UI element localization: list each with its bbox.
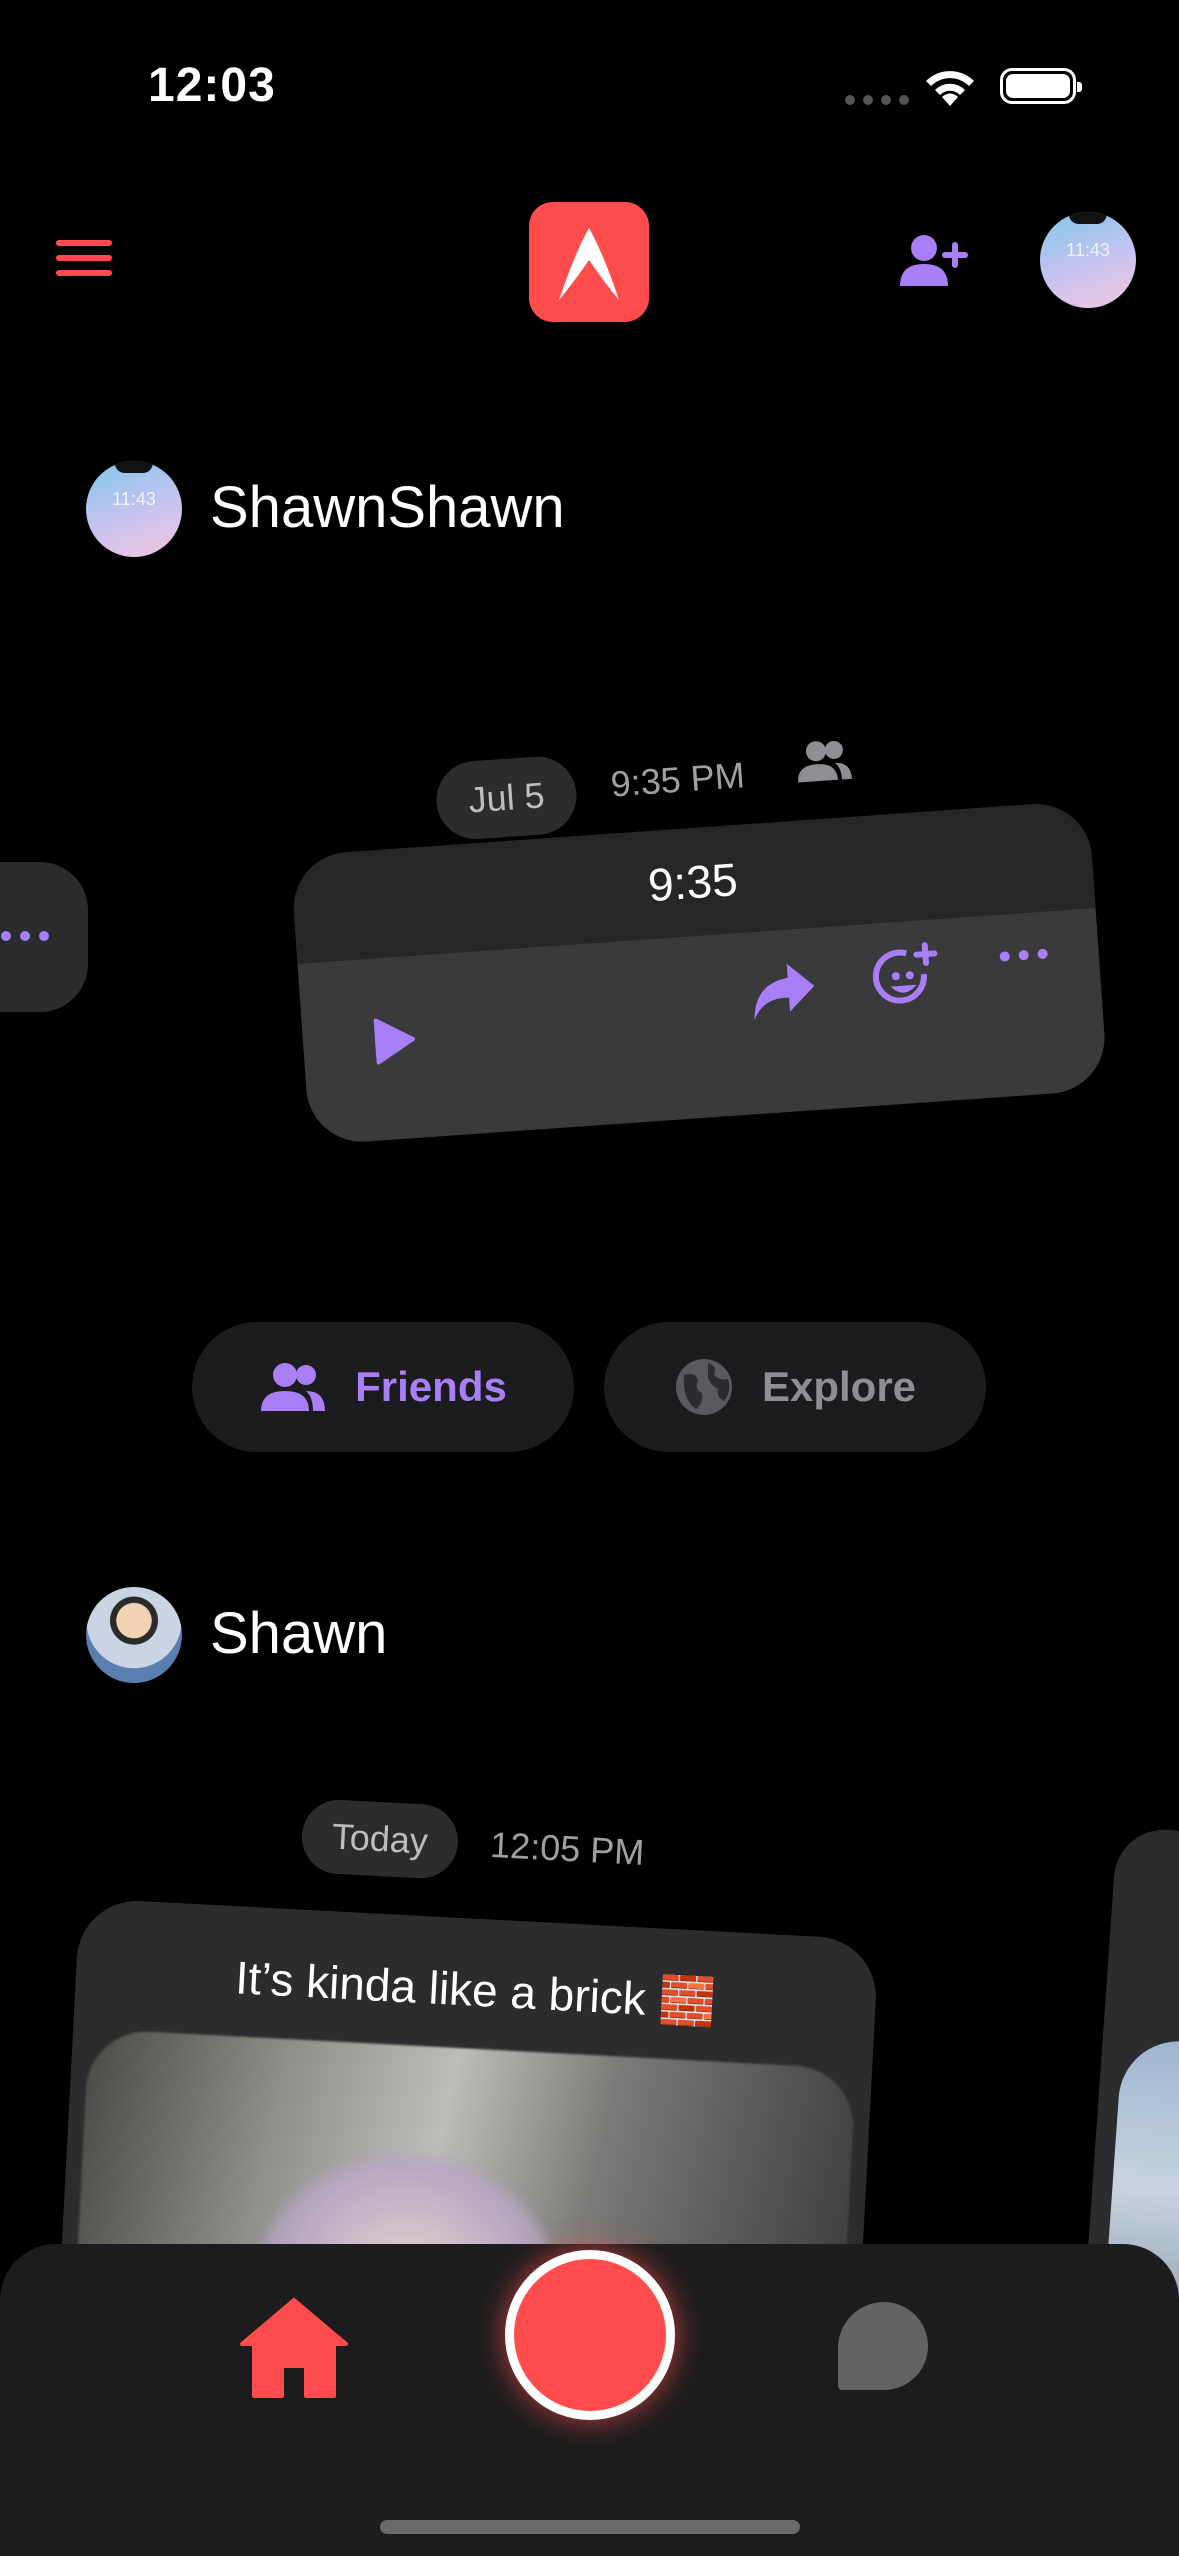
more-icon[interactable]	[998, 947, 1049, 962]
friends-icon	[261, 1363, 326, 1411]
app-logo-icon	[559, 228, 619, 300]
more-icon	[1, 931, 49, 941]
add-friend-icon[interactable]	[898, 232, 970, 288]
date-pill: Today	[300, 1798, 460, 1881]
app-logo	[529, 202, 649, 322]
friends-audience-icon	[798, 740, 852, 783]
username[interactable]: ShawnShawn	[210, 474, 565, 541]
username[interactable]: Shawn	[210, 1600, 387, 1667]
home-icon[interactable]	[238, 2296, 350, 2400]
add-reaction-icon[interactable]	[870, 939, 945, 1014]
status-time: 12:03	[148, 59, 276, 112]
play-icon[interactable]	[371, 1014, 418, 1067]
date-pill: Jul 5	[433, 754, 580, 842]
hamburger-icon	[56, 240, 112, 246]
home-indicator	[380, 2520, 800, 2534]
globe-icon	[675, 1359, 732, 1415]
tab-friends[interactable]: Friends	[192, 1322, 574, 1452]
menu-button[interactable]	[56, 240, 112, 282]
user-avatar[interactable]	[86, 1587, 182, 1683]
message-time: 9:35 PM	[609, 754, 746, 805]
cellular-signal-icon	[845, 95, 909, 105]
message-time: 12:05 PM	[489, 1823, 646, 1873]
voice-message-card[interactable]: Jul 5 9:35 PM 9:35	[283, 701, 1109, 1156]
previous-message-card[interactable]	[0, 862, 88, 1012]
message-meta: Today 12:05 PM	[300, 1798, 646, 1890]
share-icon[interactable]	[747, 958, 819, 1023]
tab-explore-label: Explore	[761, 1363, 917, 1410]
tab-friends-label: Friends	[355, 1363, 507, 1410]
user-avatar[interactable]: 11:43	[86, 461, 182, 557]
record-button[interactable]	[505, 2250, 675, 2420]
tab-explore[interactable]: Explore	[604, 1322, 986, 1452]
battery-icon	[1000, 68, 1082, 104]
profile-avatar[interactable]: 11:43	[1040, 212, 1136, 308]
wifi-icon	[926, 71, 974, 106]
chat-icon[interactable]	[836, 2300, 932, 2392]
message-caption: It’s kinda like a brick 🧱	[234, 1951, 718, 2029]
